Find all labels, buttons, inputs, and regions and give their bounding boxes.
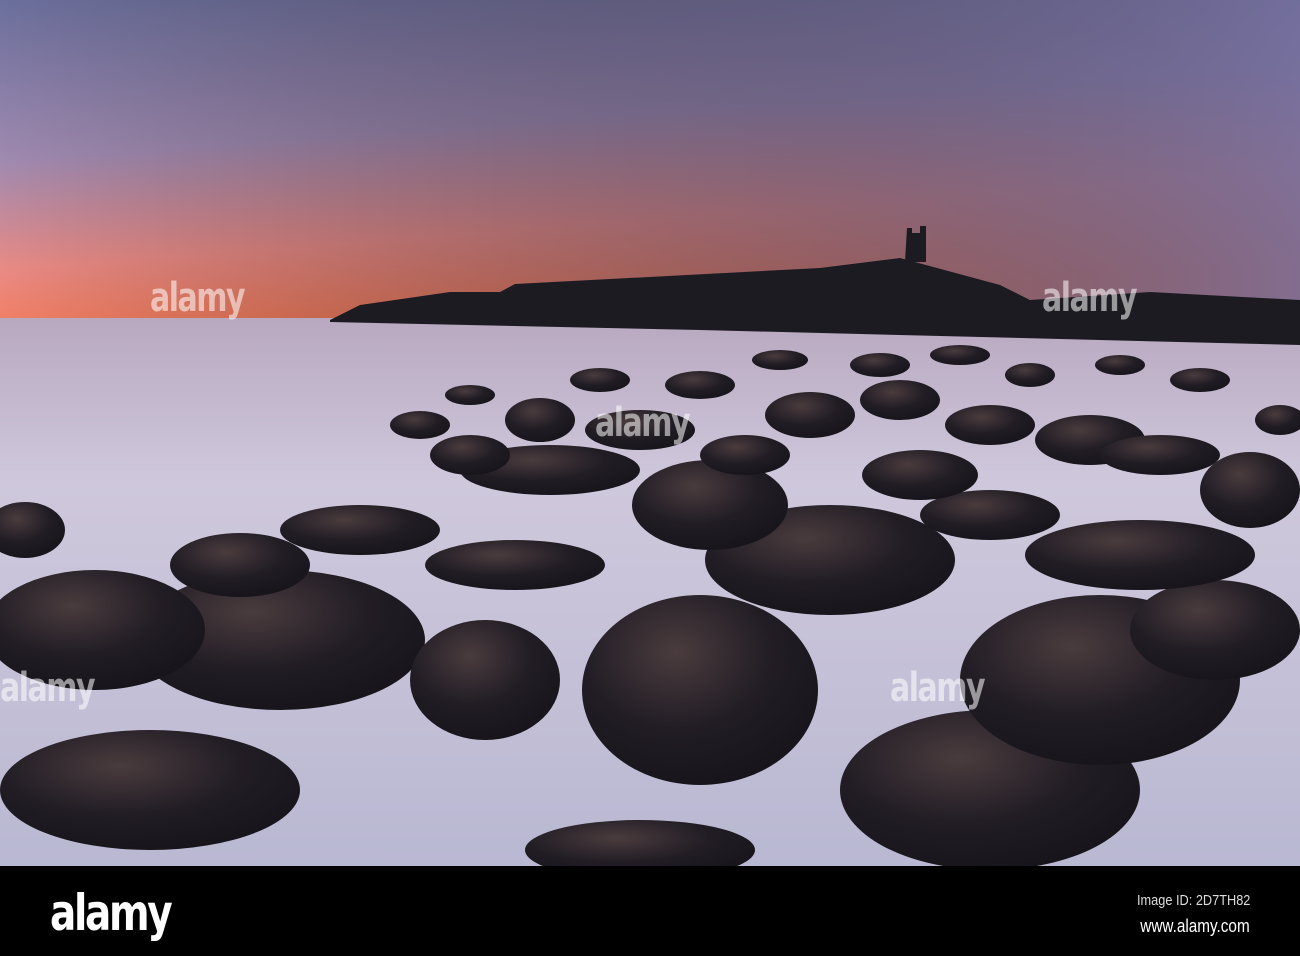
boulder — [570, 368, 630, 392]
watermark: alamy — [0, 665, 96, 711]
boulder — [425, 540, 605, 590]
boulder — [1095, 355, 1145, 375]
boulder — [765, 392, 855, 438]
boulder — [1130, 580, 1300, 680]
boulder — [170, 533, 310, 597]
boulder — [752, 350, 808, 370]
boulder — [582, 595, 818, 785]
boulder — [280, 505, 440, 555]
website-link[interactable]: www.alamy.com — [1141, 916, 1250, 937]
watermark: alamy — [595, 400, 691, 446]
boulder — [632, 460, 788, 550]
watermark: alamy — [890, 665, 986, 711]
boulder — [850, 353, 910, 377]
boulder — [700, 435, 790, 475]
boulder — [665, 371, 735, 399]
photo-frame: alamy alamy alamy alamy alamy alamy Imag… — [0, 0, 1300, 956]
boulder — [0, 730, 300, 850]
boulder — [1100, 435, 1220, 475]
watermark: alamy — [1042, 275, 1138, 321]
boulder — [390, 411, 450, 439]
boulder — [1005, 363, 1055, 387]
boulder — [930, 345, 990, 365]
watermark: alamy — [150, 275, 246, 321]
boulder — [862, 450, 978, 500]
boulder — [860, 380, 940, 420]
boulder — [945, 405, 1035, 445]
boulder — [1200, 452, 1300, 528]
footer-bar: alamy Image ID: 2D7TH82 www.alamy.com — [0, 866, 1300, 956]
boulder — [1170, 368, 1230, 392]
boulder — [430, 435, 510, 475]
alamy-logo: alamy — [50, 884, 173, 942]
boulder — [445, 385, 495, 405]
boulder — [505, 398, 575, 442]
boulder — [410, 620, 560, 740]
boulder — [1025, 520, 1255, 590]
image-id: Image ID: 2D7TH82 — [1136, 892, 1250, 909]
